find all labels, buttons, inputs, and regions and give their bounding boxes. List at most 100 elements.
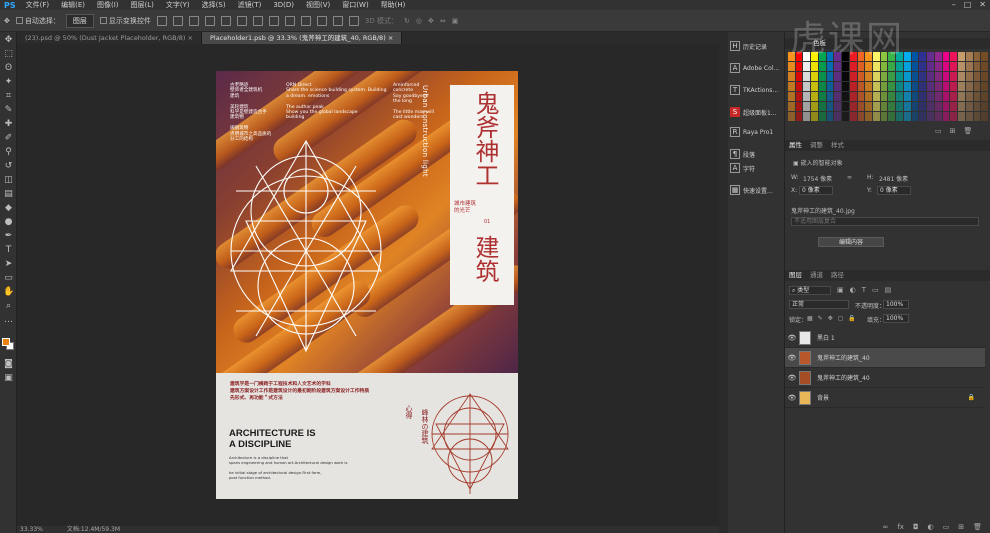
swatch-cell[interactable] [981,82,988,91]
close-tab-icon[interactable]: × [388,34,393,42]
swatch-cell[interactable] [927,112,934,121]
menu-image[interactable]: 图像(I) [91,0,125,10]
delete-icon[interactable]: 🗑 [964,127,973,135]
swatch-cell[interactable] [865,92,873,101]
zoom-tool-icon[interactable]: ⌕ [3,301,14,312]
swatch-cell[interactable] [888,72,896,81]
menu-view[interactable]: 视图(V) [300,0,336,10]
swatch-cell[interactable] [857,82,865,91]
swatch-cell[interactable] [857,62,865,71]
tab-properties[interactable]: 属性 [789,140,802,151]
menu-filter[interactable]: 滤镜(T) [232,0,268,10]
swatch-cell[interactable] [857,102,865,111]
swatch-cell[interactable] [865,82,873,91]
swatch-cell[interactable] [903,72,911,81]
swatch-cell[interactable] [919,72,927,81]
blend-mode-dropdown[interactable]: 正常 [789,300,849,309]
swatch-cell[interactable] [873,102,880,111]
swatch-cell[interactable] [950,62,958,71]
swatch-cell[interactable] [950,92,958,101]
swatch-cell[interactable] [834,72,842,81]
swatch-cell[interactable] [919,62,927,71]
swatch-cell[interactable] [903,102,911,111]
menu-3d[interactable]: 3D(D) [267,1,300,9]
layer-row[interactable]: 👁 鬼斧神工的建筑_40 [785,368,985,388]
distribute-right-icon[interactable] [332,15,343,26]
swatch-cell[interactable] [849,102,857,111]
swatch-cell[interactable] [803,72,811,81]
lock-artboard-icon[interactable]: ▢ [838,315,844,322]
swatch-cell[interactable] [888,62,896,71]
align-bottom-icon[interactable] [188,15,199,26]
gradient-tool-icon[interactable]: ▤ [3,189,14,200]
panel-quick-settings[interactable]: ▦ 快速设置... [730,180,783,200]
swatch-cell[interactable] [942,112,950,121]
swatch-cell[interactable] [873,62,880,71]
screen-mode-icon[interactable]: ▣ [3,373,14,384]
swatch-cell[interactable] [927,92,934,101]
panel-super[interactable]: S 超级面板1... [730,102,783,122]
eye-icon[interactable]: 👁 [785,334,799,342]
auto-align-icon[interactable] [348,15,359,26]
type-tool-icon[interactable]: T [3,245,14,256]
swatch-cell[interactable] [927,82,934,91]
show-transform-checkbox[interactable]: 显示变换控件 [99,16,151,26]
swatch-cell[interactable] [880,102,888,111]
swatch-cell[interactable] [911,92,919,101]
swatch-cell[interactable] [834,112,842,121]
swatch-cell[interactable] [903,82,911,91]
swatch-cell[interactable] [880,72,888,81]
swatch-cell[interactable] [811,102,818,111]
menu-help[interactable]: 帮助(H) [375,0,412,10]
align-center-icon[interactable] [220,15,231,26]
swatch-cell[interactable] [849,62,857,71]
swatch-cell[interactable] [965,82,973,91]
menu-window[interactable]: 窗口(W) [336,0,374,10]
swatch-cell[interactable] [788,62,795,71]
swatch-cell[interactable] [857,92,865,101]
swatch-cell[interactable] [811,112,818,121]
menu-select[interactable]: 选择(S) [196,0,232,10]
swatch-cell[interactable] [934,102,942,111]
swatch-cell[interactable] [911,52,919,61]
swatch-cell[interactable] [803,102,811,111]
swatch-cell[interactable] [788,82,795,91]
swatch-cell[interactable] [981,112,988,121]
eraser-tool-icon[interactable]: ◫ [3,175,14,186]
swatch-cell[interactable] [803,62,811,71]
distribute-middle-icon[interactable] [268,15,279,26]
menu-type[interactable]: 文字(Y) [160,0,196,10]
swatch-cell[interactable] [803,82,811,91]
swatch-cell[interactable] [795,112,803,121]
eye-icon[interactable]: 👁 [785,354,799,362]
swatch-cell[interactable] [950,52,958,61]
swatch-cell[interactable] [811,62,818,71]
adjustment-layer-icon[interactable]: ◐ [928,521,934,533]
swatch-cell[interactable] [942,52,950,61]
swatch-cell[interactable] [973,72,981,81]
lasso-tool-icon[interactable]: ʘ [3,63,14,74]
scale-3d-icon[interactable]: ▣ [452,17,459,25]
healing-brush-icon[interactable]: ✚ [3,119,14,130]
menu-file[interactable]: 文件(F) [20,0,56,10]
history-brush-icon[interactable]: ↺ [3,161,14,172]
poster-document[interactable]: 古老略迹 壁饰者全建筑机 建筑 美轮建筑 科学是壁建造合手 建筑物 阔丽筑物 点… [216,71,518,499]
lock-paint-icon[interactable]: ✎ [818,315,823,322]
swatch-cell[interactable] [818,102,826,111]
swatch-cell[interactable] [973,52,981,61]
swatch-cell[interactable] [795,82,803,91]
swatches-grid[interactable] [788,52,988,124]
swatch-cell[interactable] [958,112,965,121]
swatch-cell[interactable] [880,92,888,101]
swatch-cell[interactable] [795,92,803,101]
align-top-icon[interactable] [156,15,167,26]
marquee-tool-icon[interactable]: ⬚ [3,49,14,60]
swatch-cell[interactable] [865,112,873,121]
swatch-cell[interactable] [965,102,973,111]
x-field[interactable]: 0 像素 [799,186,833,195]
shape-tool-icon[interactable]: ▭ [3,273,14,284]
panel-history[interactable]: H 历史记录 [730,36,783,56]
swatch-cell[interactable] [849,112,857,121]
fx-icon[interactable]: fx [897,521,904,533]
swatch-cell[interactable] [880,82,888,91]
